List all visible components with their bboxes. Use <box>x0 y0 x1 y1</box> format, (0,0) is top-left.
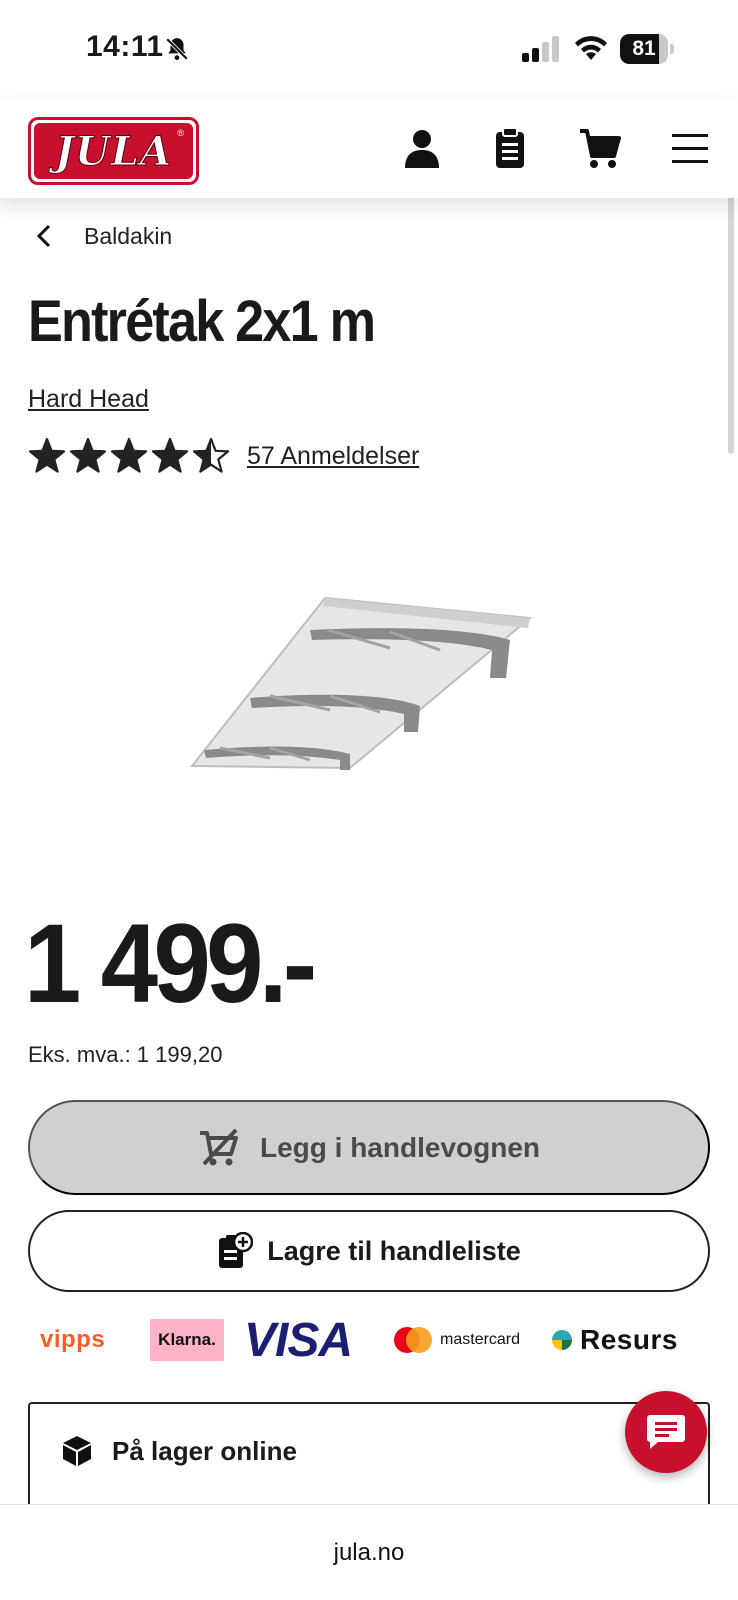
battery-indicator: 81 <box>620 34 674 64</box>
star-filled-icon <box>28 437 66 473</box>
star-filled-icon <box>69 437 107 473</box>
status-bar: 14:11 81 <box>0 0 738 100</box>
chat-button[interactable] <box>625 1391 707 1473</box>
resurs-logo: Resurs <box>550 1316 678 1364</box>
clipboard-icon[interactable] <box>488 126 532 170</box>
mastercard-label: mastercard <box>440 1331 521 1348</box>
star-half-icon <box>192 437 230 473</box>
package-icon <box>63 1436 91 1466</box>
jula-logo[interactable]: JULA ® <box>28 117 199 185</box>
star-filled-icon <box>110 437 148 473</box>
add-to-cart-button[interactable]: Legg i handlevognen <box>28 1100 710 1195</box>
scrollbar[interactable] <box>728 156 734 454</box>
clipboard-plus-icon <box>219 1232 254 1268</box>
brand-link[interactable]: Hard Head <box>28 385 149 414</box>
reviews-link[interactable]: 57 Anmeldelser <box>247 442 419 471</box>
product-title: Entrétak 2x1 m <box>28 289 376 354</box>
rating[interactable]: 57 Anmeldelser <box>28 434 419 478</box>
bell-slash-icon <box>165 37 189 61</box>
klarna-logo: Klarna. <box>150 1319 224 1361</box>
visa-logo: VISA <box>244 1313 353 1367</box>
status-time: 14:11 <box>86 30 164 63</box>
payment-methods: vipps Klarna. VISA mastercard Resurs <box>40 1313 700 1367</box>
cart-disabled-icon <box>199 1128 238 1165</box>
star-filled-icon <box>151 437 189 473</box>
chat-icon <box>647 1415 685 1449</box>
resurs-label: Resurs <box>580 1324 678 1355</box>
vipps-logo: vipps <box>40 1326 106 1353</box>
save-to-list-label: Lagre til handleliste <box>267 1235 521 1266</box>
product-image[interactable] <box>190 588 550 788</box>
save-to-list-button[interactable]: Lagre til handleliste <box>28 1210 710 1292</box>
add-to-cart-label: Legg i handlevognen <box>259 1131 540 1163</box>
browser-url-bar[interactable]: jula.no <box>0 1504 738 1600</box>
logo-text: JULA <box>55 127 172 175</box>
breadcrumb[interactable]: Baldakin <box>30 218 172 254</box>
url-text: jula.no <box>333 1539 405 1566</box>
cart-icon[interactable] <box>578 126 622 170</box>
menu-icon[interactable] <box>668 126 712 170</box>
battery-level: 81 <box>632 37 656 60</box>
product-price: 1 499.- <box>24 901 317 1026</box>
user-icon[interactable] <box>400 126 444 170</box>
stock-label: På lager online <box>112 1435 297 1466</box>
rating-stars <box>28 437 233 475</box>
site-header: JULA ® <box>0 100 738 198</box>
wifi-icon <box>575 36 607 60</box>
breadcrumb-label: Baldakin <box>84 222 173 249</box>
cellular-signal-icon <box>522 36 559 62</box>
price-ex-vat: Eks. mva.: 1 199,20 <box>28 1042 223 1067</box>
mastercard-logo: mastercard <box>394 1316 520 1364</box>
chevron-left-icon <box>36 224 51 248</box>
